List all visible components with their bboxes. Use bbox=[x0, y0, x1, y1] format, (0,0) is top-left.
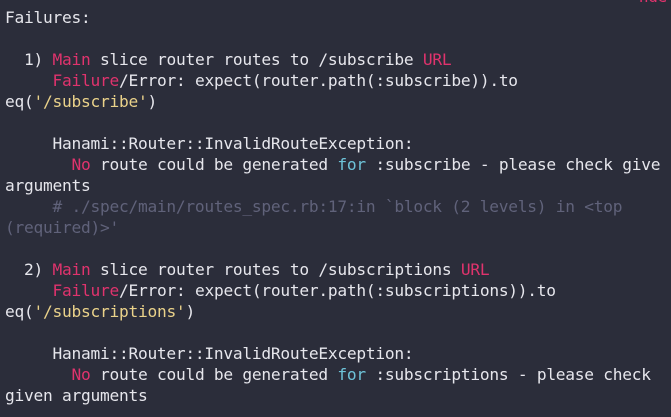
failure-1-backtrace: # ./spec/main/routes_spec.rb:17:in `bloc… bbox=[52, 197, 623, 216]
terminal-window[interactable]: nde Failures: 1) Main slice router route… bbox=[0, 0, 671, 417]
failure-1-exception: Hanami::Router::InvalidRouteException: bbox=[52, 134, 414, 153]
failure-1-expected-value: eq('/subscribe') bbox=[5, 92, 157, 111]
failures-header: Failures: bbox=[5, 8, 91, 27]
cut-off-text: nde bbox=[639, 0, 667, 6]
failure-1-message-wrap: arguments bbox=[5, 176, 91, 195]
failure-1-message: No route could be generated for :subscri… bbox=[71, 155, 661, 174]
failure-2-message-wrap: given arguments bbox=[5, 386, 148, 405]
failure-2-title: 2) Main slice router routes to /subscrip… bbox=[24, 260, 490, 279]
failure-2-exception: Hanami::Router::InvalidRouteException: bbox=[52, 344, 414, 363]
failure-1-error-line: Failure/Error: expect(router.path(:subsc… bbox=[52, 71, 518, 90]
failure-2-message: No route could be generated for :subscri… bbox=[71, 365, 651, 384]
failure-2-expected-value: eq('/subscriptions') bbox=[5, 302, 195, 321]
failure-1-backtrace-wrap: (required)>' bbox=[5, 218, 119, 237]
failure-1-title: 1) Main slice router routes to /subscrib… bbox=[24, 50, 452, 69]
failure-2-error-line: Failure/Error: expect(router.path(:subsc… bbox=[52, 281, 556, 300]
